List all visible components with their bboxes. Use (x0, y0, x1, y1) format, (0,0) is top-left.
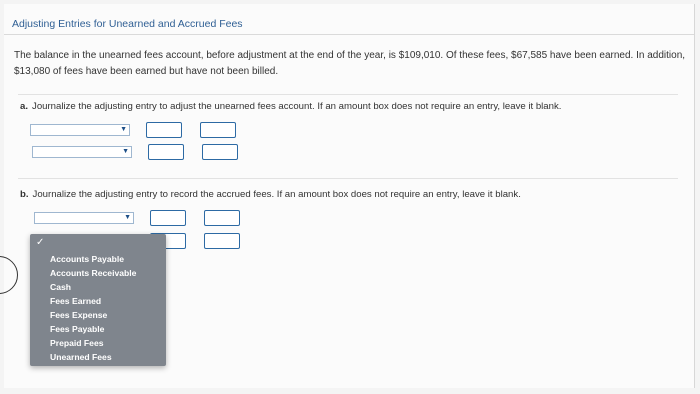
dropdown-option-accounts-receivable[interactable]: Accounts Receivable (50, 268, 136, 278)
dropdown-option-fees-payable[interactable]: Fees Payable (50, 324, 104, 334)
account-dropdown-menu: ✓ Accounts Payable Accounts Receivable C… (30, 234, 166, 366)
part-a-row2-debit-box[interactable] (148, 144, 184, 160)
part-b-row1-account-select[interactable]: ▼ (34, 212, 134, 224)
part-a-row1-account-select[interactable]: ▼ (30, 124, 130, 136)
part-a-label: a. Journalize the adjusting entry to adju… (20, 101, 561, 112)
dropdown-option-cash[interactable]: Cash (50, 282, 71, 292)
title-divider (4, 34, 694, 35)
check-icon: ✓ (36, 237, 45, 248)
part-a-row2-account-select[interactable]: ▼ (32, 146, 132, 158)
part-b-instruction: Journalize the adjusting entry to record… (32, 189, 521, 200)
section-b-divider (18, 178, 678, 179)
part-a-marker: a. (20, 101, 29, 112)
part-b-row1-credit-box[interactable] (204, 210, 240, 226)
dropdown-option-fees-expense[interactable]: Fees Expense (50, 310, 107, 320)
part-b-marker: b. (20, 189, 29, 200)
part-b-row2-credit-box[interactable] (204, 233, 240, 249)
part-a-instruction: Journalize the adjusting entry to adjust… (32, 101, 562, 112)
dropdown-option-unearned-fees[interactable]: Unearned Fees (50, 352, 112, 362)
chevron-down-icon: ▼ (124, 214, 131, 221)
dropdown-option-prepaid-fees[interactable]: Prepaid Fees (50, 338, 104, 348)
part-a-row1-credit-box[interactable] (200, 122, 236, 138)
part-a-row2-credit-box[interactable] (202, 144, 238, 160)
dropdown-option-accounts-payable[interactable]: Accounts Payable (50, 254, 124, 264)
dropdown-option-fees-earned[interactable]: Fees Earned (50, 296, 101, 306)
chevron-down-icon: ▼ (120, 126, 127, 133)
problem-statement: The balance in the unearned fees account… (14, 50, 686, 77)
part-b-label: b. Journalize the adjusting entry to reco… (20, 189, 521, 200)
page-frame: Adjusting Entries for Unearned and Accru… (4, 4, 695, 388)
part-a-row1-debit-box[interactable] (146, 122, 182, 138)
part-b-row1-debit-box[interactable] (150, 210, 186, 226)
chevron-down-icon: ▼ (122, 148, 129, 155)
page-title: Adjusting Entries for Unearned and Accru… (12, 18, 243, 30)
section-a-divider (18, 94, 678, 95)
